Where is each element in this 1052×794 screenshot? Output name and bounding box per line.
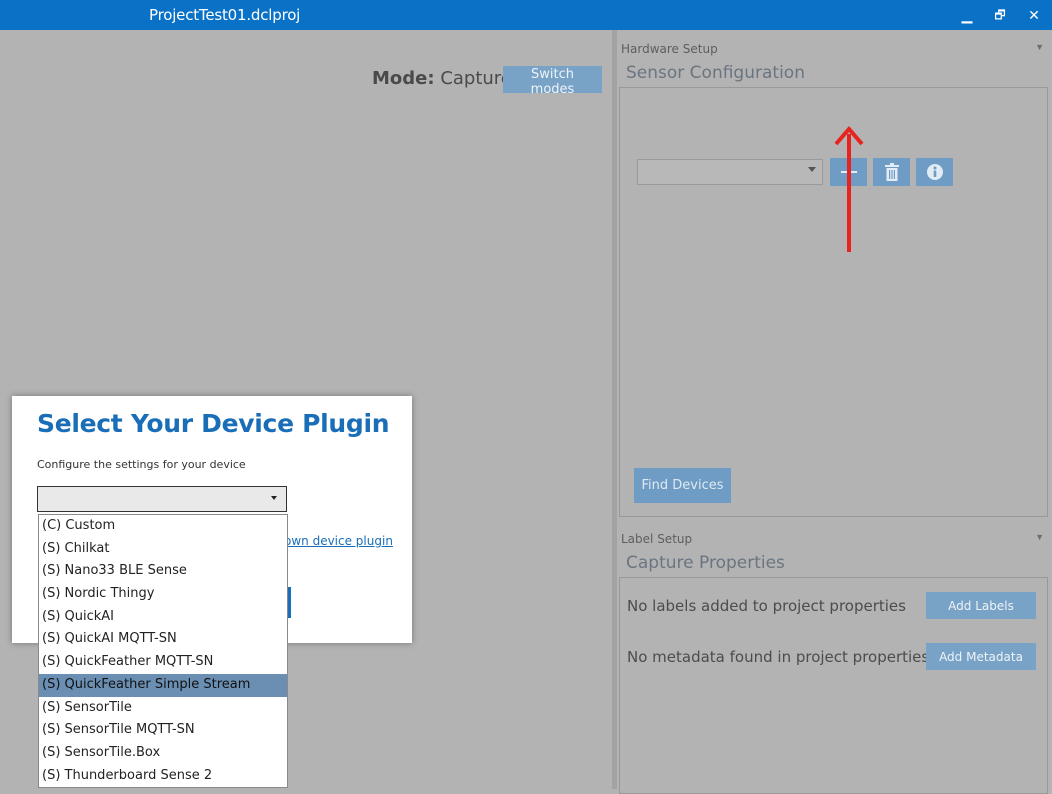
dropdown-option[interactable]: (S) SensorTile.Box	[39, 742, 287, 765]
dropdown-option[interactable]: (S) SensorTile MQTT-SN	[39, 719, 287, 742]
dropdown-option[interactable]: (C) Custom	[39, 515, 287, 538]
capture-properties-panel: No labels added to project properties Ad…	[619, 577, 1048, 794]
info-icon	[926, 164, 943, 180]
dropdown-option[interactable]: (S) Nano33 BLE Sense	[39, 560, 287, 583]
dropdown-option[interactable]: (S) Chilkat	[39, 538, 287, 561]
label-setup-caption: Label Setup	[621, 532, 693, 546]
add-labels-button[interactable]: Add Labels	[926, 592, 1036, 619]
mode-indicator: Mode: Capture	[372, 68, 512, 89]
no-metadata-text: No metadata found in project properties	[627, 648, 930, 666]
restore-icon[interactable]: 🗗	[990, 5, 1010, 25]
dropdown-option-highlighted[interactable]: (S) QuickFeather Simple Stream	[39, 673, 287, 697]
no-labels-text: No labels added to project properties	[627, 597, 906, 615]
dropdown-option[interactable]: (S) Thunderboard Sense 2	[39, 765, 287, 788]
chevron-down-icon	[808, 167, 816, 172]
trash-icon	[884, 163, 899, 181]
dropdown-option[interactable]: (S) SensorTile	[39, 697, 287, 720]
dropdown-option[interactable]: (S) QuickFeather MQTT-SN	[39, 651, 287, 674]
sensor-select[interactable]	[637, 159, 823, 185]
add-metadata-button[interactable]: Add Metadata	[926, 643, 1036, 670]
find-devices-button[interactable]: Find Devices	[634, 468, 731, 503]
chevron-down-icon	[271, 496, 277, 500]
dropdown-option[interactable]: (S) QuickAI MQTT-SN	[39, 628, 287, 651]
mode-label: Mode:	[372, 68, 435, 89]
add-sensor-button[interactable]	[830, 158, 867, 186]
sensor-configuration-title: Sensor Configuration	[626, 63, 805, 83]
info-button[interactable]	[916, 158, 953, 186]
minimize-icon[interactable]: ▁	[957, 5, 977, 25]
plus-icon	[840, 164, 857, 180]
switch-modes-button[interactable]: Switch modes	[503, 66, 602, 97]
device-plugin-dropdown-list: (C) Custom (S) Chilkat (S) Nano33 BLE Se…	[38, 514, 288, 788]
close-icon[interactable]: ✕	[1024, 5, 1044, 25]
capture-properties-title: Capture Properties	[626, 553, 785, 573]
right-panel: Hardware Setup ▼ Sensor Configuration Fi…	[617, 30, 1052, 794]
own-device-plugin-link[interactable]: own device plugin	[284, 534, 393, 548]
hardware-setup-collapse-icon[interactable]: ▼	[1035, 42, 1044, 52]
label-setup-collapse-icon[interactable]: ▼	[1035, 532, 1044, 542]
dropdown-option[interactable]: (S) QuickAI	[39, 606, 287, 629]
title-bar: ProjectTest01.dclproj ▁ 🗗 ✕	[0, 0, 1052, 30]
dropdown-option[interactable]: (S) Nordic Thingy	[39, 583, 287, 606]
dialog-title: Select Your Device Plugin	[37, 409, 390, 438]
delete-sensor-button[interactable]	[873, 158, 910, 186]
sensor-configuration-panel: Find Devices	[619, 87, 1048, 517]
device-plugin-select[interactable]	[37, 486, 287, 512]
dialog-description: Configure the settings for your device	[37, 458, 246, 471]
hardware-setup-caption: Hardware Setup	[621, 42, 718, 56]
window-title: ProjectTest01.dclproj	[149, 6, 301, 24]
mode-value: Capture	[440, 68, 512, 89]
